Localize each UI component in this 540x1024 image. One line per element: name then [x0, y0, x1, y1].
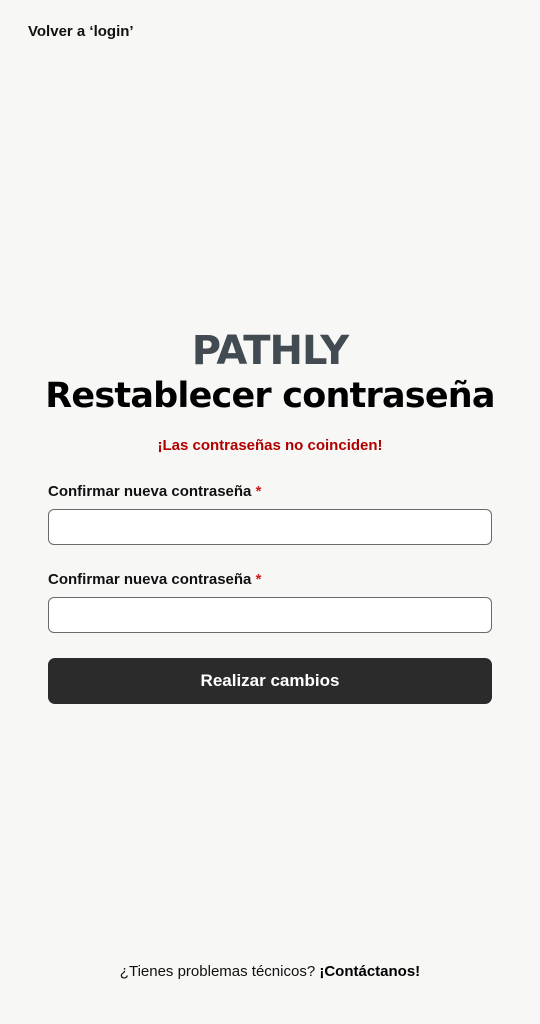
confirm-password-input[interactable]	[48, 597, 492, 633]
submit-changes-button[interactable]: Realizar cambios	[48, 658, 492, 704]
footer-question: ¿Tienes problemas técnicos?	[119, 963, 316, 980]
confirm-password-field-label: Confirmar nueva contraseña *	[48, 571, 261, 588]
footer-help: ¿Tienes problemas técnicos? ¡Contáctanos…	[0, 963, 540, 980]
error-message: ¡Las contraseñas no coinciden!	[157, 437, 383, 454]
brand-logo: PATHLY	[191, 328, 349, 374]
password-field-label: Confirmar nueva contraseña *	[48, 483, 261, 500]
back-to-login-link[interactable]: Volver a ‘login’	[28, 23, 134, 40]
page-title: Restablecer contraseña	[45, 376, 495, 416]
new-password-input[interactable]	[48, 509, 492, 545]
contact-link[interactable]: ¡Contáctanos!	[319, 963, 420, 980]
confirm-password-field-label-text: Confirmar nueva contraseña	[48, 571, 252, 588]
password-field-label-text: Confirmar nueva contraseña	[48, 483, 252, 500]
required-mark: *	[255, 571, 262, 588]
required-mark: *	[255, 483, 262, 500]
